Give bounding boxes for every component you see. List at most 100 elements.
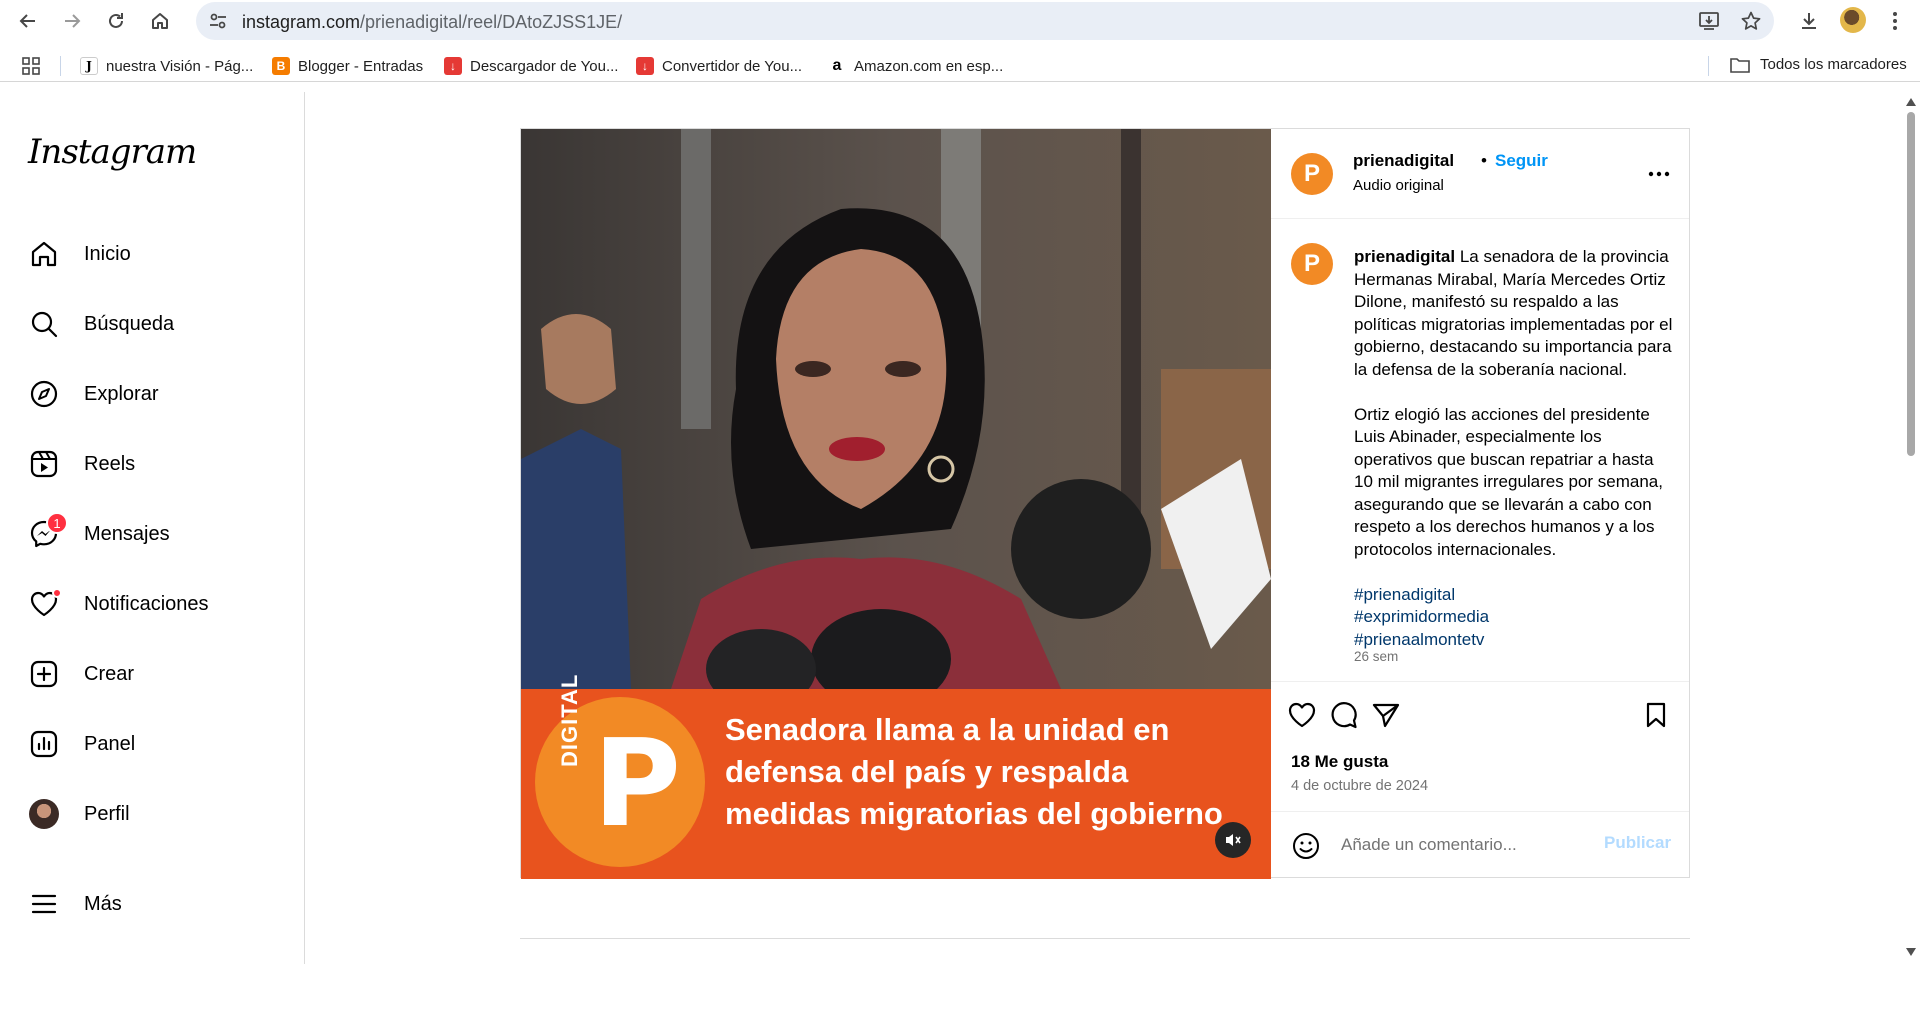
like-count[interactable]: 18 Me gusta: [1291, 752, 1388, 772]
comment-button[interactable]: [1327, 698, 1361, 732]
bookmark-nuestra-vision[interactable]: Jnuestra Visión - Pág...: [80, 56, 253, 76]
scroll-down-arrow-icon[interactable]: [1906, 948, 1916, 956]
forward-button[interactable]: [58, 7, 86, 35]
share-button[interactable]: [1369, 698, 1403, 732]
bookmark-label: Descargador de You...: [470, 57, 619, 75]
menu-icon: [28, 888, 60, 920]
home-button[interactable]: [146, 7, 174, 35]
browser-menu-button[interactable]: [1882, 8, 1908, 34]
profile-icon: [28, 798, 60, 830]
hashtag-link[interactable]: #prienadigital: [1354, 584, 1674, 607]
comment-input[interactable]: [1341, 829, 1591, 861]
bookmark-blogger[interactable]: B Blogger - Entradas: [272, 56, 423, 76]
scroll-up-arrow-icon[interactable]: [1906, 98, 1916, 106]
mute-button[interactable]: [1215, 822, 1251, 858]
sidebar-item-notificaciones[interactable]: Notificaciones: [28, 582, 288, 626]
profile-avatar[interactable]: [1840, 7, 1866, 33]
reload-button[interactable]: [102, 7, 130, 35]
browser-chrome: instagram.com/prienadigital/reel/DAtoZJS…: [0, 0, 1920, 92]
create-icon: [28, 658, 60, 690]
video-banner: P DIGITAL Senadora llama a la unidad en …: [521, 674, 1271, 879]
compass-icon: [28, 378, 60, 410]
download-favicon-icon: ↓: [444, 57, 462, 75]
sidebar-item-reels[interactable]: Reels: [28, 442, 288, 486]
sidebar-item-label: Explorar: [84, 382, 159, 405]
notification-dot: [52, 588, 62, 598]
sidebar-item-label: Búsqueda: [84, 312, 175, 335]
avatar: [29, 799, 59, 829]
all-bookmarks-button[interactable]: Todos los marcadores: [1730, 56, 1907, 73]
more-dots-icon: [1648, 171, 1670, 177]
caption-paragraph-1: La senadora de la provincia Hermanas Mir…: [1354, 247, 1673, 379]
audio-link[interactable]: Audio original: [1353, 177, 1444, 194]
messenger-icon: 1: [28, 512, 68, 550]
author-avatar[interactable]: P: [1291, 153, 1333, 195]
sidebar-item-explorar[interactable]: Explorar: [28, 372, 288, 416]
sidebar-item-label: Más: [84, 892, 122, 915]
sidebar-item-inicio[interactable]: Inicio: [28, 232, 288, 276]
address-bar[interactable]: instagram.com/prienadigital/reel/DAtoZJS…: [196, 2, 1774, 40]
author-username[interactable]: prienadigital: [1353, 151, 1454, 171]
bookmark-amazon[interactable]: a Amazon.com en esp...: [828, 56, 1003, 76]
bookmark-label: Amazon.com en esp...: [854, 57, 1004, 75]
heart-icon: [1288, 702, 1316, 728]
reel-post: P DIGITAL Senadora llama a la unidad en …: [520, 128, 1690, 879]
follow-button[interactable]: Seguir: [1495, 151, 1548, 171]
hashtag-link[interactable]: #exprimidormedia: [1354, 606, 1674, 629]
video-frame: [521, 129, 1271, 689]
feed-divider: [520, 938, 1690, 939]
sidebar-item-mensajes[interactable]: 1 Mensajes: [28, 512, 288, 556]
j-favicon-icon: J: [80, 57, 98, 75]
prienadigital-logo: P DIGITAL: [535, 674, 705, 867]
sidebar-item-busqueda[interactable]: Búsqueda: [28, 302, 288, 346]
logo-letter: P: [593, 715, 681, 854]
like-button[interactable]: [1285, 698, 1319, 732]
instagram-logo[interactable]: Instagram: [28, 132, 197, 172]
emoji-icon[interactable]: [1291, 831, 1321, 861]
sidebar-item-crear[interactable]: Crear: [28, 652, 288, 696]
install-app-icon[interactable]: [1698, 10, 1720, 32]
sidebar-item-mas[interactable]: Más: [28, 882, 288, 926]
paper-plane-icon: [1372, 703, 1400, 728]
post-actions: 18 Me gusta 4 de octubre de 2024: [1271, 681, 1689, 811]
browser-toolbar: instagram.com/prienadigital/reel/DAtoZJS…: [0, 0, 1920, 42]
bookmark-descargador[interactable]: ↓ Descargador de You...: [444, 56, 618, 76]
caption-time: 26 sem: [1354, 649, 1399, 664]
apps-grid-icon[interactable]: [22, 57, 40, 75]
more-options-button[interactable]: [1644, 159, 1674, 189]
reload-icon: [109, 13, 123, 28]
page-scrollbar[interactable]: [1902, 92, 1920, 964]
caption-paragraph-2: Ortiz elogió las acciones del presidente…: [1354, 404, 1663, 559]
back-button[interactable]: [14, 7, 42, 35]
post-side-panel: P prienadigital • Seguir Audio original …: [1271, 129, 1689, 877]
sidebar-item-label: Crear: [84, 662, 135, 685]
caption-username[interactable]: prienadigital: [1354, 247, 1455, 266]
bookmark-convertidor[interactable]: ↓ Convertidor de You...: [636, 56, 802, 76]
message-count-badge: 1: [46, 512, 68, 534]
download-favicon-icon: ↓: [636, 57, 654, 75]
post-date: 4 de octubre de 2024: [1291, 778, 1429, 794]
save-button[interactable]: [1639, 698, 1673, 732]
vertical-dots-icon: [1893, 12, 1897, 30]
url-path: /prienadigital/reel/DAtoZJSS1JE/: [360, 12, 623, 32]
dashboard-icon: [28, 728, 60, 760]
site-info-icon[interactable]: [208, 11, 228, 31]
publish-button[interactable]: Publicar: [1604, 833, 1671, 853]
back-arrow-icon: [19, 14, 35, 28]
scrollbar-thumb[interactable]: [1907, 112, 1915, 456]
sidebar-item-label: Mensajes: [84, 522, 170, 545]
folder-icon: [1730, 57, 1750, 73]
sidebar-item-perfil[interactable]: Perfil: [28, 792, 288, 836]
bookmark-star-icon[interactable]: [1740, 10, 1762, 32]
caption-author-avatar[interactable]: P: [1291, 243, 1333, 285]
bookmark-label: Blogger - Entradas: [298, 57, 424, 75]
bookmarks-bar: Jnuestra Visión - Pág... B Blogger - Entr…: [0, 48, 1920, 82]
hashtag-link[interactable]: #prienaalmontetv: [1354, 629, 1674, 652]
reel-video[interactable]: P DIGITAL Senadora llama a la unidad en …: [521, 129, 1271, 879]
downloads-button[interactable]: [1796, 8, 1822, 34]
bookmark-label: Convertidor de You...: [662, 57, 803, 75]
house-icon: [152, 13, 168, 29]
sidebar-item-panel[interactable]: Panel: [28, 722, 288, 766]
logo-text: DIGITAL: [557, 673, 582, 767]
blogger-favicon-icon: B: [272, 57, 290, 75]
